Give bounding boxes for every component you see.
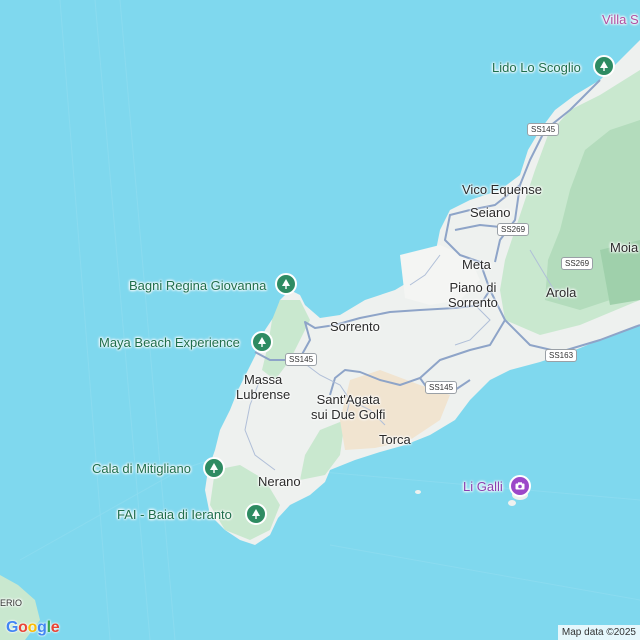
- label-massa-lubrense[interactable]: Massa Lubrense: [236, 372, 290, 402]
- logo-letter: o: [18, 619, 28, 636]
- label-fai-baia-di-ieranto[interactable]: FAI - Baia di Ieranto: [117, 507, 232, 522]
- label-sorrento[interactable]: Sorrento: [330, 319, 380, 334]
- label-maya-beach-experience[interactable]: Maya Beach Experience: [99, 335, 240, 350]
- road-shield-ss163: SS163: [545, 349, 578, 362]
- label-massa-line2: Lubrense: [236, 387, 291, 402]
- label-piano-line1: Piano di: [449, 280, 497, 295]
- label-piano-di-sorrento[interactable]: Piano di Sorrento: [448, 280, 498, 310]
- google-logo[interactable]: Google: [6, 619, 60, 637]
- label-moia[interactable]: Moia: [610, 240, 638, 255]
- park-pin-icon[interactable]: [245, 503, 267, 525]
- road-shield-ss145: SS145: [285, 353, 318, 366]
- map-canvas[interactable]: SS145 SS269 SS269 SS163 SS145 SS145 Vill…: [0, 0, 640, 640]
- label-nerano[interactable]: Nerano: [258, 474, 301, 489]
- label-li-galli[interactable]: Li Galli: [463, 479, 503, 494]
- label-santagata-line1: Sant'Agata: [316, 392, 380, 407]
- logo-letter: e: [50, 619, 60, 636]
- park-pin-icon[interactable]: [251, 331, 273, 353]
- label-santagata[interactable]: Sant'Agata sui Due Golfi: [311, 392, 385, 422]
- label-seiano[interactable]: Seiano: [470, 205, 510, 220]
- label-villa[interactable]: Villa S: [602, 12, 639, 27]
- label-vico-equense[interactable]: Vico Equense: [462, 182, 542, 197]
- label-torca[interactable]: Torca: [379, 432, 411, 447]
- camera-pin-icon[interactable]: [509, 475, 531, 497]
- label-meta[interactable]: Meta: [462, 257, 491, 272]
- park-pin-icon[interactable]: [275, 273, 297, 295]
- label-arola[interactable]: Arola: [546, 285, 576, 300]
- park-pin-icon[interactable]: [203, 457, 225, 479]
- logo-letter: o: [27, 619, 38, 636]
- logo-letter: G: [6, 619, 19, 636]
- road-shield-ss145: SS145: [527, 123, 560, 136]
- label-cala-di-mitigliano[interactable]: Cala di Mitigliano: [92, 461, 191, 476]
- label-erio[interactable]: ERIO: [0, 596, 22, 611]
- road-shield-ss269: SS269: [497, 223, 530, 236]
- map-base-layer: [0, 0, 640, 640]
- road-shield-ss269: SS269: [561, 257, 594, 270]
- map-attribution[interactable]: Map data ©2025: [557, 625, 640, 640]
- logo-letter: g: [37, 619, 47, 636]
- label-lido-lo-scoglio[interactable]: Lido Lo Scoglio: [492, 60, 581, 75]
- label-massa-line1: Massa: [243, 372, 283, 387]
- label-santagata-line2: sui Due Golfi: [311, 407, 386, 422]
- park-pin-icon[interactable]: [593, 55, 615, 77]
- road-shield-ss145: SS145: [425, 381, 458, 394]
- label-piano-line2: Sorrento: [448, 295, 498, 310]
- label-bagni-regina-giovanna[interactable]: Bagni Regina Giovanna: [129, 278, 266, 293]
